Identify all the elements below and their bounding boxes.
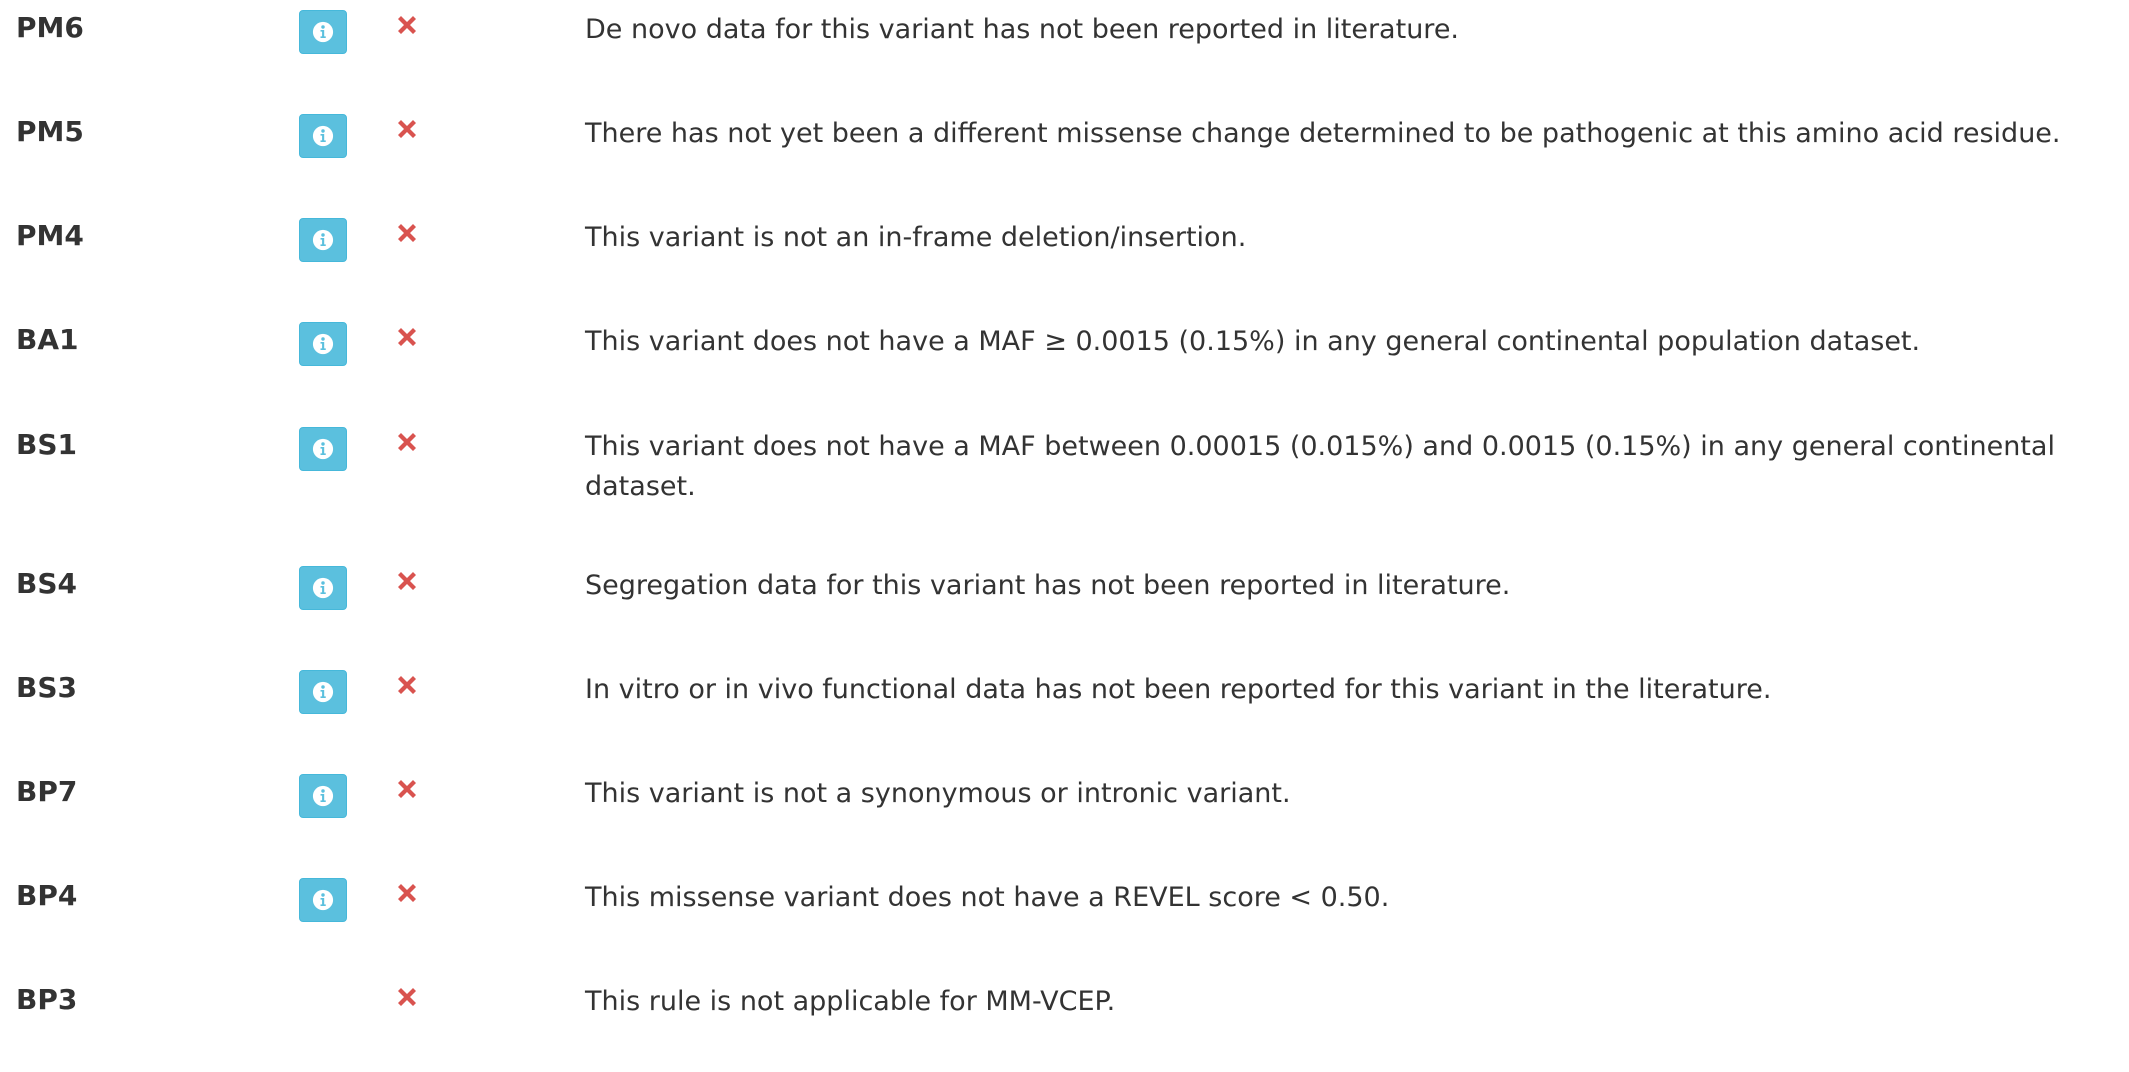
info-circle-icon [312, 21, 334, 43]
criterion-description: In vitro or in vivo functional data has … [585, 674, 1772, 705]
info-circle-icon [312, 229, 334, 251]
x-mark-icon [394, 776, 420, 802]
info-button[interactable] [299, 878, 347, 922]
criteria-row: BP7 This variant is not a synonymous or i… [0, 764, 2129, 864]
criteria-row: BS1 This variant does not have a MAF betw… [0, 417, 2129, 517]
info-button[interactable] [299, 322, 347, 366]
criterion-description: This variant does not have a MAF ≥ 0.001… [585, 326, 1921, 357]
info-circle-icon [312, 125, 334, 147]
x-mark-icon [394, 12, 420, 38]
info-button[interactable] [299, 218, 347, 262]
x-mark-icon [394, 116, 420, 142]
info-circle-icon [312, 577, 334, 599]
criteria-row: BP3 This rule is not applicable for MM-VC… [0, 972, 2129, 1072]
criterion-description: This variant is not a synonymous or intr… [585, 778, 1291, 809]
x-mark-icon [394, 429, 420, 455]
criterion-description: This missense variant does not have a RE… [585, 882, 1390, 913]
info-button[interactable] [299, 427, 347, 471]
criterion-code: BS3 [16, 671, 77, 704]
criteria-row: BS4 Segregation data for this variant has… [0, 556, 2129, 656]
x-mark-icon [394, 324, 420, 350]
criterion-code: BS1 [16, 428, 77, 461]
criterion-description: This rule is not applicable for MM-VCEP. [585, 986, 1116, 1017]
criteria-row: PM4 This variant is not an in-frame delet… [0, 208, 2129, 308]
criteria-row: BA1 This variant does not have a MAF ≥ 0.… [0, 312, 2129, 412]
criterion-code: BP7 [16, 775, 78, 808]
x-mark-icon [394, 984, 420, 1010]
criteria-row: PM6 De novo data for this variant has not… [0, 0, 2129, 100]
criteria-row: PM5 There has not yet been a different mi… [0, 104, 2129, 204]
criteria-row: BP4 This missense variant does not have a… [0, 868, 2129, 968]
criterion-code: BP4 [16, 879, 78, 912]
info-circle-icon [312, 438, 334, 460]
criterion-description: There has not yet been a different misse… [585, 118, 2061, 149]
info-circle-icon [312, 889, 334, 911]
info-button[interactable] [299, 566, 347, 610]
criteria-list: PM6 De novo data for this variant has not… [0, 0, 2129, 1017]
x-mark-icon [394, 672, 420, 698]
criteria-row: BS3 In vitro or in vivo functional data h… [0, 660, 2129, 760]
criterion-description: De novo data for this variant has not be… [585, 14, 1460, 45]
criterion-code: PM5 [16, 115, 84, 148]
info-circle-icon [312, 333, 334, 355]
criterion-code: BP3 [16, 983, 78, 1016]
info-button[interactable] [299, 10, 347, 54]
criterion-description: Segregation data for this variant has no… [585, 570, 1511, 601]
info-button[interactable] [299, 670, 347, 714]
criterion-description: This variant is not an in-frame deletion… [585, 222, 1247, 253]
x-mark-icon [394, 220, 420, 246]
x-mark-icon [394, 880, 420, 906]
criterion-code: BS4 [16, 567, 77, 600]
criterion-code: BA1 [16, 323, 79, 356]
info-button[interactable] [299, 114, 347, 158]
criterion-description: This variant does not have a MAF between… [585, 431, 2055, 502]
info-circle-icon [312, 681, 334, 703]
info-button[interactable] [299, 774, 347, 818]
criterion-code: PM6 [16, 11, 84, 44]
criterion-code: PM4 [16, 219, 84, 252]
x-mark-icon [394, 568, 420, 594]
info-circle-icon [312, 785, 334, 807]
